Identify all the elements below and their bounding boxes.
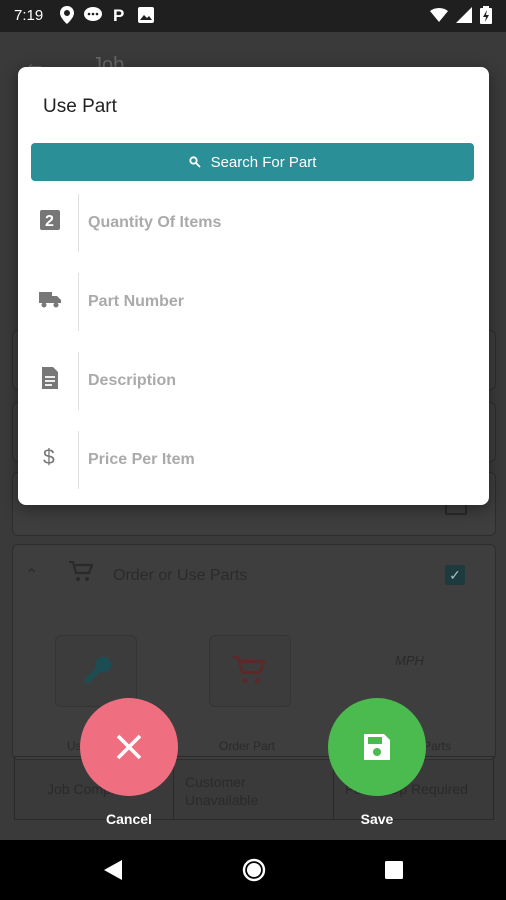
- tile-label: Parts: [423, 739, 452, 753]
- status-notification-icons: P: [60, 6, 154, 24]
- order-part-tile: [209, 635, 291, 707]
- document-icon: [42, 367, 58, 389]
- dollar-icon: $: [43, 446, 55, 469]
- cancel-button[interactable]: [80, 698, 178, 796]
- svg-text:$: $: [43, 446, 55, 469]
- field-divider: [78, 352, 79, 410]
- description-field-row: [18, 352, 489, 412]
- status-cell: Customer Unavailable: [173, 757, 334, 819]
- field-divider: [78, 431, 79, 489]
- dialog-title: Use Part: [43, 96, 117, 117]
- status-bar: 7:19 P: [0, 0, 506, 32]
- search-button-label: Search For Part: [210, 153, 317, 171]
- search-for-part-button[interactable]: Search For Part: [31, 143, 474, 181]
- field-divider: [78, 273, 79, 331]
- wrench-icon: [84, 656, 112, 684]
- order-parts-label: Order or Use Parts: [113, 567, 248, 584]
- cart-icon: [69, 561, 93, 581]
- nav-recents-icon[interactable]: [382, 858, 406, 882]
- order-parts-checkbox: ✓: [445, 565, 465, 585]
- cancel-label: Cancel: [106, 811, 152, 827]
- tile-label: Order Part: [219, 739, 276, 753]
- status-cell-label: Customer Unavailable: [185, 774, 259, 808]
- system-navigation-bar: [0, 840, 506, 900]
- photo-icon: [138, 7, 154, 23]
- nav-back-icon[interactable]: [102, 858, 126, 882]
- save-icon: [364, 734, 390, 760]
- use-part-dialog: Use Part Search For Part 2 $: [18, 67, 489, 505]
- save-label: Save: [360, 811, 394, 827]
- status-time: 7:19: [14, 7, 44, 24]
- close-icon: [116, 734, 142, 760]
- quantity-input[interactable]: [86, 204, 470, 242]
- truck-icon: [39, 292, 61, 308]
- chat-icon: [84, 7, 102, 21]
- svg-text:2: 2: [45, 213, 54, 230]
- nav-home-icon[interactable]: [242, 858, 266, 882]
- cart-icon: [232, 656, 266, 684]
- battery-icon: [480, 6, 492, 24]
- part-number-input[interactable]: [86, 283, 470, 321]
- price-input[interactable]: [86, 441, 470, 479]
- quantity-field-row: 2: [18, 194, 489, 254]
- wifi-icon: [430, 8, 448, 22]
- search-icon: [188, 156, 201, 168]
- parking-icon: P: [113, 6, 124, 24]
- save-button[interactable]: [328, 698, 426, 796]
- part-number-field-row: [18, 273, 489, 333]
- use-part-tile: [55, 635, 137, 707]
- status-system-icons: [430, 6, 492, 24]
- mph-label: MPH: [395, 653, 424, 668]
- chevron-up-icon: ⌃: [25, 567, 39, 584]
- description-input[interactable]: [86, 362, 470, 400]
- field-divider: [78, 194, 79, 252]
- location-icon: [60, 6, 74, 24]
- price-field-row: $: [18, 431, 489, 491]
- parts-tile: [363, 635, 443, 705]
- number-icon: 2: [40, 210, 60, 230]
- signal-icon: [456, 7, 472, 23]
- svg-text:P: P: [113, 6, 124, 24]
